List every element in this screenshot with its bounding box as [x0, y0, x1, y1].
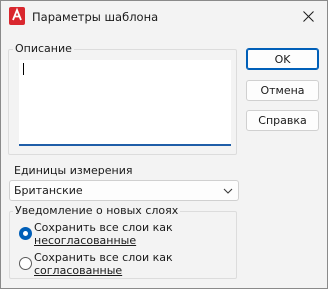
- radio-unreconciled-line2: несогласованные: [34, 234, 137, 247]
- autocad-a-icon: [9, 7, 25, 25]
- description-field[interactable]: [19, 60, 231, 146]
- radio-unreconciled-label: Сохранить все слои как несогласованные: [34, 221, 224, 247]
- cancel-button[interactable]: Отмена: [246, 80, 319, 101]
- radio-button-checked[interactable]: [19, 227, 32, 240]
- description-label: Описание: [13, 42, 74, 55]
- radio-reconciled-label: Сохранить все слои как согласованные: [34, 251, 224, 277]
- radio-reconciled-line1: Сохранить все слои как: [34, 251, 173, 264]
- window-title: Параметры шаблона: [32, 10, 159, 24]
- units-dropdown[interactable]: Британские: [9, 180, 239, 201]
- radio-reconciled-line2: согласованные: [34, 264, 123, 277]
- layer-notification-label: Уведомление о новых слоях: [13, 204, 181, 217]
- title-bar: Параметры шаблона: [1, 1, 327, 32]
- units-selected-value: Британские: [14, 184, 83, 197]
- ok-button[interactable]: OK: [246, 48, 319, 70]
- close-icon: [302, 11, 314, 22]
- units-label: Единицы измерения: [14, 164, 133, 177]
- template-options-dialog: Параметры шаблона Описание OK Отмена Спр…: [0, 0, 328, 289]
- radio-unreconciled-line1: Сохранить все слои как: [34, 221, 173, 234]
- help-button[interactable]: Справка: [246, 110, 319, 131]
- text-caret: [23, 63, 24, 75]
- radio-button-unchecked[interactable]: [19, 257, 32, 270]
- close-button[interactable]: [289, 1, 327, 32]
- chevron-down-icon: [223, 188, 233, 194]
